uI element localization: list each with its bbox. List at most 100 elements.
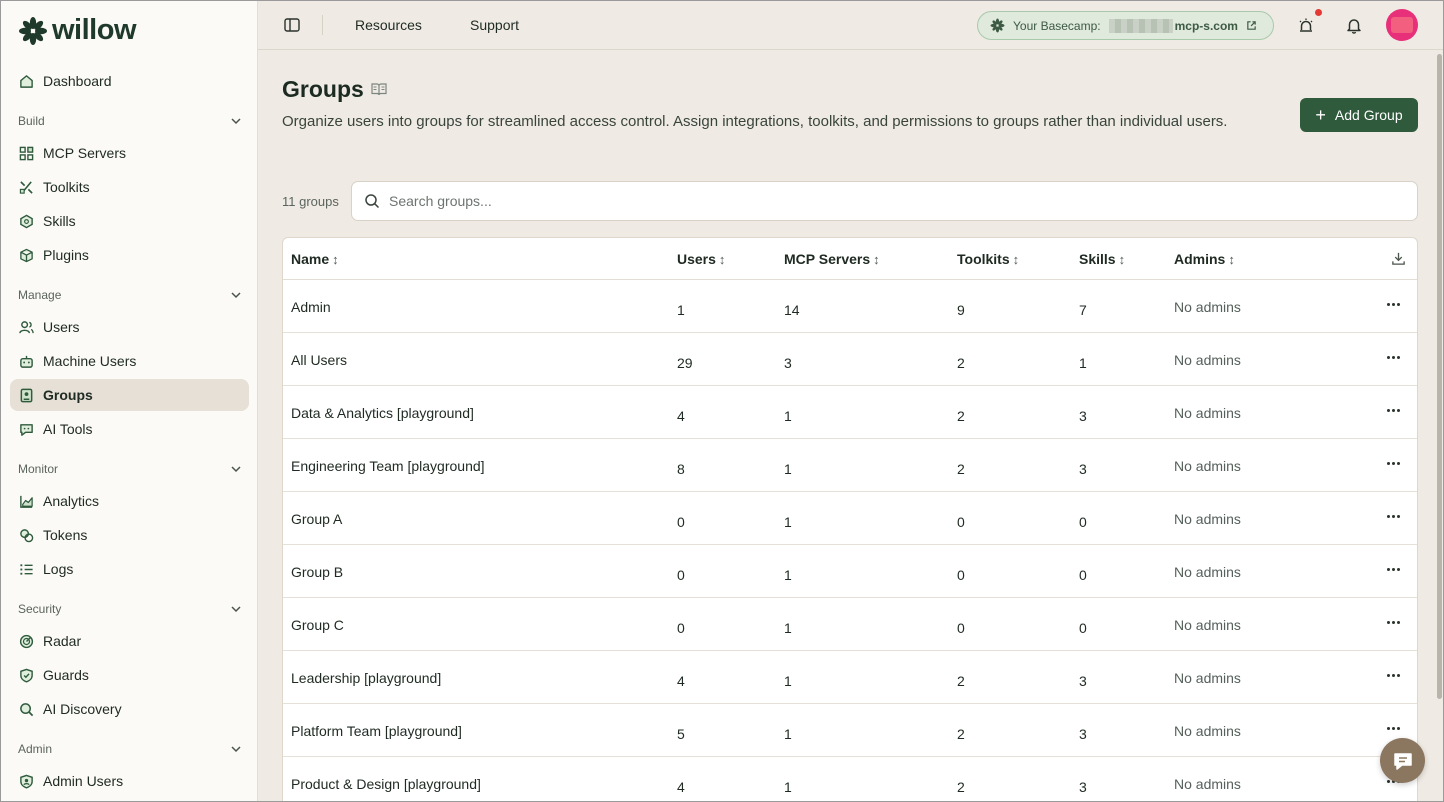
row-actions-icon[interactable]	[1383, 720, 1403, 736]
section-manage-toggle[interactable]: Manage	[18, 285, 242, 305]
sidebar-item-label: Analytics	[43, 493, 100, 509]
willow-leaf-icon	[990, 18, 1005, 33]
siren-icon[interactable]	[1297, 16, 1315, 34]
column-label: Users	[677, 251, 716, 267]
chat-bubble-icon	[1393, 752, 1412, 770]
basecamp-link[interactable]: Your Basecamp: mcp-s.com	[977, 11, 1274, 40]
table-row[interactable]: Engineering Team [playground] 8 1 2 3 No…	[283, 439, 1417, 492]
column-header-admins[interactable]: Admins ↕	[1174, 251, 1235, 267]
column-header-name[interactable]: Name ↕	[291, 251, 339, 267]
page-scrollbar[interactable]	[1437, 54, 1442, 699]
section-monitor-toggle[interactable]: Monitor	[18, 459, 242, 479]
sort-icon: ↕	[1118, 251, 1126, 267]
sidebar-item-dashboard[interactable]: Dashboard	[10, 65, 249, 97]
cell-skills: 0	[1079, 620, 1087, 636]
section-admin-toggle[interactable]: Admin	[18, 739, 242, 759]
table-row[interactable]: Group A 0 1 0 0 No admins	[283, 492, 1417, 545]
row-actions-icon[interactable]	[1383, 455, 1403, 471]
package-icon	[19, 248, 34, 263]
sidebar-item-users[interactable]: Users	[10, 311, 249, 343]
section-label: Build	[18, 114, 45, 128]
cell-admins: No admins	[1174, 299, 1241, 315]
section-build-toggle[interactable]: Build	[18, 111, 242, 131]
sidebar-item-label: Users	[43, 319, 80, 335]
table-row[interactable]: Platform Team [playground] 5 1 2 3 No ad…	[283, 704, 1417, 757]
book-open-icon[interactable]	[371, 82, 387, 96]
table-row[interactable]: All Users 29 3 2 1 No admins	[283, 333, 1417, 386]
sidebar-item-groups[interactable]: Groups	[10, 379, 249, 411]
cell-admins: No admins	[1174, 617, 1241, 633]
sidebar-item-admin-users[interactable]: Admin Users	[10, 765, 249, 797]
sidebar-item-label: Skills	[43, 213, 76, 229]
nav-link-support[interactable]: Support	[470, 17, 519, 33]
section-label: Monitor	[18, 462, 59, 476]
cell-admins: No admins	[1174, 458, 1241, 474]
chat-support-button[interactable]	[1380, 738, 1425, 783]
sidebar-item-label: Tokens	[43, 527, 88, 543]
sidebar-item-plugins[interactable]: Plugins	[10, 239, 249, 271]
row-actions-icon[interactable]	[1383, 561, 1403, 577]
download-icon[interactable]	[1391, 251, 1406, 266]
sidebar-item-toolkits[interactable]: Toolkits	[10, 171, 249, 203]
cell-skills: 1	[1079, 355, 1087, 371]
sidebar-item-ai-discovery[interactable]: AI Discovery	[10, 693, 249, 725]
table-row[interactable]: Group C 0 1 0 0 No admins	[283, 598, 1417, 651]
row-actions-icon[interactable]	[1383, 402, 1403, 418]
section-security-toggle[interactable]: Security	[18, 599, 242, 619]
shield-user-icon	[19, 774, 34, 789]
cell-name: Group C	[291, 617, 344, 633]
cell-users: 0	[677, 620, 685, 636]
column-header-mcp-servers[interactable]: MCP Servers ↕	[784, 251, 880, 267]
cell-skills: 0	[1079, 514, 1087, 530]
chevron-down-icon	[231, 606, 241, 613]
nav-link-resources[interactable]: Resources	[355, 17, 422, 33]
row-actions-icon[interactable]	[1383, 349, 1403, 365]
cell-skills: 0	[1079, 567, 1087, 583]
column-header-users[interactable]: Users ↕	[677, 251, 725, 267]
search-icon	[365, 194, 380, 209]
column-label: Skills	[1079, 251, 1116, 267]
sidebar-item-machine-users[interactable]: Machine Users	[10, 345, 249, 377]
table-row[interactable]: Leadership [playground] 4 1 2 3 No admin…	[283, 651, 1417, 704]
sidebar-item-mcp-servers[interactable]: MCP Servers	[10, 137, 249, 169]
cell-users: 8	[677, 461, 685, 477]
sidebar-item-radar[interactable]: Radar	[10, 625, 249, 657]
redacted-subdomain	[1108, 18, 1173, 33]
willow-logo[interactable]: willow	[18, 14, 137, 47]
sidebar-item-analytics[interactable]: Analytics	[10, 485, 249, 517]
sidebar-item-skills[interactable]: Skills	[10, 205, 249, 237]
row-actions-icon[interactable]	[1383, 508, 1403, 524]
sidebar-item-label: Guards	[43, 667, 89, 683]
sidebar-toggle-icon[interactable]	[284, 17, 300, 33]
groups-table: Name ↕ Users ↕ MCP Servers ↕ Toolkits ↕ …	[282, 237, 1418, 802]
cell-skills: 7	[1079, 302, 1087, 318]
cell-users: 0	[677, 514, 685, 530]
search-box[interactable]	[351, 181, 1418, 221]
cell-admins: No admins	[1174, 352, 1241, 368]
row-actions-icon[interactable]	[1383, 296, 1403, 312]
column-header-toolkits[interactable]: Toolkits ↕	[957, 251, 1019, 267]
cell-admins: No admins	[1174, 405, 1241, 421]
avatar-image	[1391, 17, 1413, 33]
table-row[interactable]: Product & Design [playground] 4 1 2 3 No…	[283, 757, 1417, 802]
sidebar-item-label: MCP Servers	[43, 145, 126, 161]
cell-users: 4	[677, 408, 685, 424]
sort-icon: ↕	[1228, 251, 1235, 267]
avatar[interactable]	[1386, 9, 1418, 41]
row-actions-icon[interactable]	[1383, 667, 1403, 683]
sidebar: willow Dashboard Build MCP Servers Toolk…	[0, 0, 258, 802]
sidebar-item-ai-tools[interactable]: AI Tools	[10, 413, 249, 445]
cell-name: All Users	[291, 352, 348, 368]
bell-icon[interactable]	[1345, 16, 1363, 34]
table-row[interactable]: Group B 0 1 0 0 No admins	[283, 545, 1417, 598]
sidebar-item-logs[interactable]: Logs	[10, 553, 249, 585]
table-row[interactable]: Data & Analytics [playground] 4 1 2 3 No…	[283, 386, 1417, 439]
add-group-button[interactable]: + Add Group	[1300, 98, 1418, 132]
column-header-skills[interactable]: Skills ↕	[1079, 251, 1125, 267]
search-input[interactable]	[389, 193, 1389, 209]
sidebar-item-tokens[interactable]: Tokens	[10, 519, 249, 551]
row-actions-icon[interactable]	[1383, 614, 1403, 630]
sidebar-item-label: Radar	[43, 633, 82, 649]
table-row[interactable]: Admin 1 14 9 7 No admins	[283, 280, 1417, 333]
sidebar-item-guards[interactable]: Guards	[10, 659, 249, 691]
